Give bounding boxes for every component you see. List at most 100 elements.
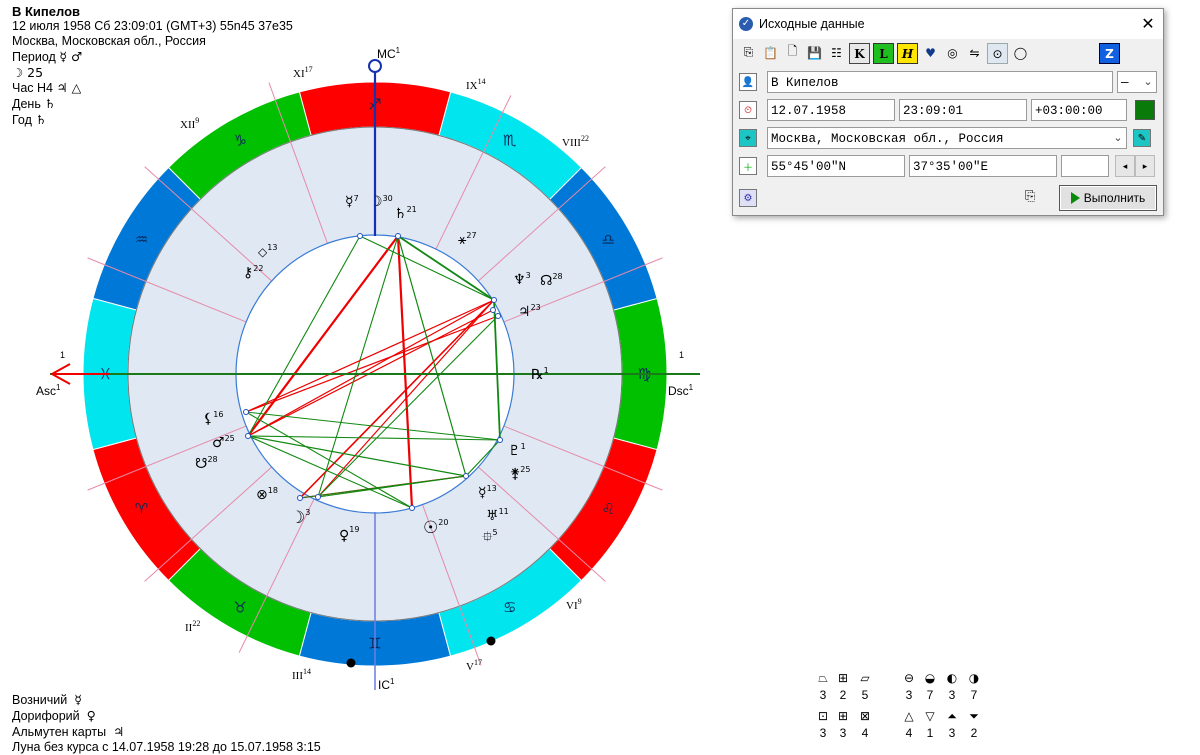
new-document-icon[interactable]: 🗋 — [783, 43, 802, 62]
map-edit-icon[interactable]: ✎ — [1133, 129, 1151, 147]
stat-cell: ⊖ 3 — [899, 670, 919, 702]
spiral-icon[interactable]: ◎ — [943, 43, 962, 62]
stat-value: 5 — [861, 688, 869, 702]
chevron-down-icon: ⌄ — [1110, 128, 1126, 148]
clock-icon[interactable]: ⏲ — [739, 101, 757, 119]
vozn-label: Возничий — [12, 693, 68, 707]
hour-value: ♃ △ — [56, 80, 82, 95]
scroll-right-icon[interactable]: ▸ — [1135, 155, 1155, 177]
hour-label: Час Н4 — [12, 81, 53, 95]
play-icon — [1070, 192, 1080, 204]
stat-value: 7 — [926, 688, 934, 702]
period-row: Период ☿ ♂ — [12, 49, 293, 65]
chart-settings-icon[interactable]: ⚙ — [739, 189, 757, 207]
longitude-field[interactable]: 37°35'00"E — [909, 155, 1057, 177]
copy-icon[interactable]: ⎘ — [739, 43, 758, 62]
stat-value: 3 — [905, 688, 913, 702]
date-row: ⏲ 12.07.1958 23:09:01 +03:00:00 — [739, 99, 1155, 121]
year-value: ♄ — [35, 112, 47, 127]
stat-icon: ◒ — [924, 671, 936, 685]
scroll-left-icon[interactable]: ◂ — [1115, 155, 1135, 177]
timezone-field[interactable]: +03:00:00 — [1031, 99, 1127, 121]
place-row: ⌖ Москва, Московская обл., Россия ⌄ ✎ — [739, 127, 1151, 149]
planet-point — [395, 233, 401, 239]
gender-select[interactable]: — ⌄ — [1117, 71, 1157, 93]
paste-icon[interactable]: 📋 — [761, 43, 780, 62]
stat-cell: ⏥ 5 — [855, 670, 875, 702]
gender-value: — — [1121, 76, 1129, 90]
stat-cell: ▽ 1 — [920, 708, 940, 740]
stat-value: 2 — [839, 688, 847, 702]
z-button[interactable]: Z — [1099, 43, 1120, 64]
house-label-8: VIII22 — [562, 134, 589, 149]
time-field[interactable]: 23:09:01 — [899, 99, 1027, 121]
dsc-label: Dsc1 — [668, 383, 694, 398]
stat-icon: ◑ — [968, 671, 980, 685]
k-button[interactable]: K — [849, 43, 870, 64]
hour-row: Час Н4 ♃ △ — [12, 80, 293, 96]
almuten-value: ♃ — [113, 724, 125, 739]
extra-field[interactable] — [1061, 155, 1109, 177]
house-label-5: V17 — [466, 658, 482, 673]
planet-point — [357, 233, 363, 239]
house-label-6: VI9 — [566, 597, 582, 612]
year-label: Год — [12, 113, 32, 127]
name-field[interactable]: В Кипелов — [767, 71, 1113, 93]
planet-point — [491, 297, 497, 303]
swap-icon[interactable]: ⇋ — [965, 43, 984, 62]
stat-icon: ⊡ — [817, 709, 829, 723]
stat-icon: ⊞ — [837, 709, 849, 723]
stat-value: 3 — [819, 726, 827, 740]
house-label-9: IX14 — [466, 77, 486, 92]
dialog-titlebar[interactable]: ✓ Исходные данные ✕ — [733, 9, 1163, 39]
h-button[interactable]: H — [897, 43, 918, 64]
sign-glyph: ♌ — [602, 500, 615, 518]
stat-cell: ⊡ 3 — [813, 708, 833, 740]
day-row: День ♄ — [12, 96, 293, 112]
date-field[interactable]: 12.07.1958 — [767, 99, 895, 121]
ic-label: IC1 — [378, 677, 395, 692]
year-row: Год ♄ — [12, 112, 293, 128]
stat-cell: ⊠ 4 — [855, 708, 875, 740]
chart-footer: Возничий ☿ Дорифорий ♀ Альмутен карты ♃ … — [12, 692, 321, 755]
coords-row: ＋ 55°45'00"N 37°35'00"E ◂ ▸ — [739, 155, 1155, 177]
stat-value: 7 — [970, 688, 978, 702]
latitude-field[interactable]: 55°45'00"N — [767, 155, 905, 177]
house-label-11: XI17 — [293, 65, 313, 80]
stat-icon: ⏶ — [947, 709, 957, 723]
birth-datetime: 12 июля 1958 Сб 23:09:01 (GMT+3) 55n45 3… — [12, 19, 293, 33]
dorif-row: Дорифорий ♀ — [12, 708, 321, 724]
source-data-dialog: ✓ Исходные данные ✕ ⎘ 📋 🗋 💾 ☷ K L H ♥ ◎ … — [732, 8, 1164, 216]
stat-cell: ◒ 7 — [920, 670, 940, 702]
name-row: 👤 В Кипелов — ⌄ — [739, 71, 1157, 93]
save-icon[interactable]: 💾 — [805, 43, 824, 62]
stat-icon: ⊖ — [903, 671, 915, 685]
add-coords-icon[interactable]: ＋ — [739, 157, 757, 175]
sign-glyph: ♋ — [503, 598, 516, 616]
planet-point — [409, 505, 415, 511]
list-icon[interactable]: ☷ — [827, 43, 846, 62]
almuten-label: Альмутен карты — [12, 725, 107, 739]
planet-point — [243, 409, 249, 415]
run-button[interactable]: Выполнить — [1059, 185, 1157, 211]
person-icon[interactable]: 👤 — [739, 73, 757, 91]
l-button[interactable]: L — [873, 43, 894, 64]
stat-icon: ▽ — [925, 709, 935, 723]
app-icon: ✓ — [739, 17, 753, 31]
place-value: Москва, Московская обл., Россия — [771, 132, 1004, 146]
map-icon[interactable]: ⌖ — [739, 129, 757, 147]
close-button[interactable]: ✕ — [1133, 14, 1163, 34]
dialog-toolbar: ⎘ 📋 🗋 💾 ☷ K L H ♥ ◎ ⇋ ⊙ ◯ Z — [739, 43, 1120, 65]
circle-small-icon[interactable]: ⊙ — [987, 43, 1008, 64]
chevron-down-icon: ⌄ — [1140, 72, 1156, 92]
planet-point — [497, 437, 503, 443]
copy-small-icon[interactable]: ⎘ — [1025, 189, 1035, 204]
heart-icon[interactable]: ♥ — [921, 43, 940, 62]
birth-place: Москва, Московская обл., Россия — [12, 34, 206, 48]
almuten-row: Альмутен карты ♃ — [12, 724, 321, 740]
place-select[interactable]: Москва, Московская обл., Россия ⌄ — [767, 127, 1127, 149]
mc-label: MC1 — [377, 46, 401, 61]
circle-icon[interactable]: ◯ — [1011, 43, 1030, 62]
period-label: Период — [12, 50, 56, 64]
dst-indicator[interactable] — [1135, 100, 1155, 120]
